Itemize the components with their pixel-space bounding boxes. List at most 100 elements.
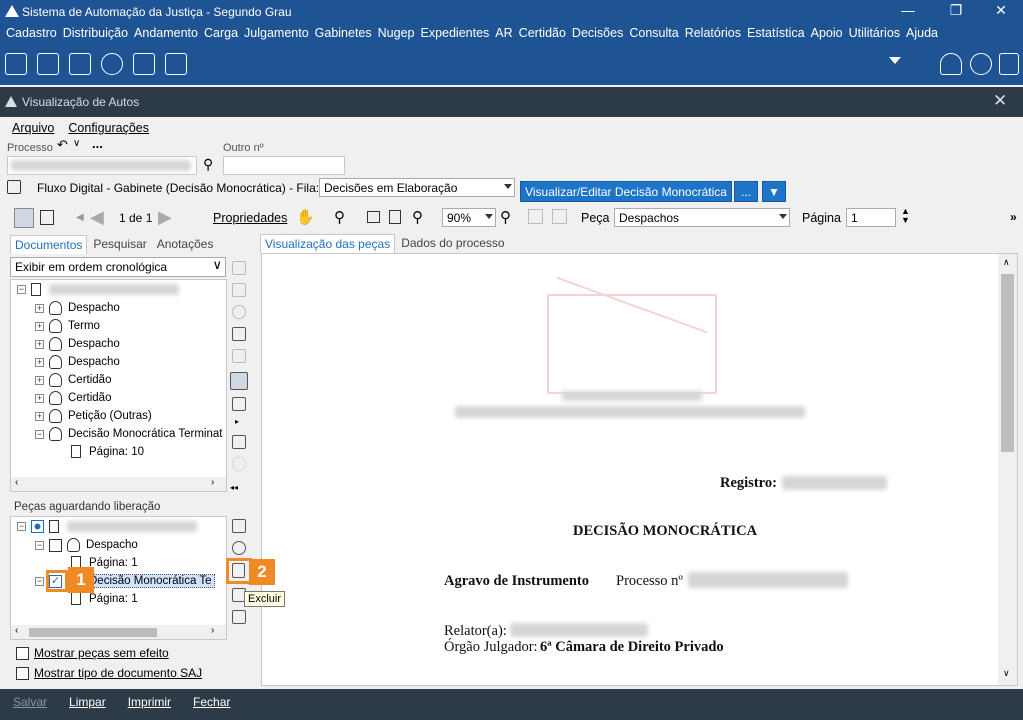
menu-utilitarios[interactable]: Utilitários [847, 23, 904, 45]
tree-item[interactable]: + Despacho [35, 301, 120, 315]
fit-page-icon[interactable] [389, 210, 401, 224]
collapse-icon[interactable]: ◂◂ [230, 483, 238, 492]
pending-item-page[interactable]: Página: 1 [71, 592, 138, 605]
tree-item[interactable]: − Decisão Monocrática Terminat [35, 427, 222, 441]
add-document-icon[interactable] [232, 435, 246, 449]
menu-cadastro[interactable]: Cadastro [4, 23, 61, 45]
clear-button[interactable]: Limpar [69, 695, 106, 720]
more-icon[interactable]: ... [92, 136, 103, 151]
scroll-up-icon[interactable]: ∧ [1003, 257, 1010, 268]
save-button[interactable]: Salvar [13, 695, 47, 720]
tree-item[interactable]: + Certidão [35, 373, 111, 387]
menu-decisoes[interactable]: Decisões [570, 23, 627, 45]
note-icon[interactable] [230, 372, 248, 390]
tree-expand-icon[interactable] [232, 261, 246, 275]
menu-ajuda[interactable]: Ajuda [904, 23, 942, 45]
menu-configuracoes[interactable]: Configurações [68, 121, 149, 135]
home-icon[interactable] [999, 53, 1019, 75]
copy-pieces-icon[interactable] [232, 610, 246, 624]
restore-icon[interactable]: ❐ [933, 0, 979, 23]
menu-carga[interactable]: Carga [202, 23, 242, 45]
tree-item[interactable]: + Petição (Outras) [35, 409, 152, 423]
menu-julgamento[interactable]: Julgamento [242, 23, 313, 45]
menu-nugep[interactable]: Nugep [376, 23, 419, 45]
zoom-in-icon[interactable]: ⚲ [500, 208, 511, 226]
prev-page-icon[interactable]: ◀ [90, 207, 104, 228]
show-doc-type-option[interactable]: Mostrar tipo de documento SAJ [16, 666, 202, 680]
menu-arquivo[interactable]: Arquivo [12, 121, 54, 135]
paste-icon[interactable] [552, 209, 567, 224]
first-page-icon[interactable]: ◀ [76, 212, 84, 223]
viewer-vertical-scrollbar[interactable]: ∧ ∨ [998, 254, 1017, 685]
certificate-icon[interactable] [232, 541, 246, 555]
tab-dados-processo[interactable]: Dados do processo [397, 234, 508, 253]
pending-horizontal-scrollbar[interactable]: ‹ › [11, 625, 226, 639]
tab-pesquisar[interactable]: Pesquisar [89, 235, 150, 254]
document-clock-icon[interactable] [133, 53, 155, 75]
cert-dim-icon[interactable] [232, 305, 246, 319]
scroll-thumb[interactable] [29, 628, 157, 637]
document-r-icon[interactable] [165, 53, 187, 75]
bell-icon[interactable] [940, 53, 962, 75]
filter-dropdown-button[interactable]: ▼ [762, 181, 786, 202]
tab-anotacoes[interactable]: Anotações [153, 235, 218, 254]
tab-visualizacao[interactable]: Visualização das peças [260, 234, 396, 253]
menu-ar[interactable]: AR [493, 23, 516, 45]
image-icon[interactable] [232, 349, 246, 363]
menu-expedientes[interactable]: Expedientes [418, 23, 493, 45]
fit-width-icon[interactable] [367, 211, 380, 223]
peca-select[interactable]: Despachos [614, 208, 790, 227]
menu-distribuicao[interactable]: Distribuição [61, 23, 132, 45]
pagina-input[interactable]: 1 [846, 208, 896, 227]
process-input[interactable] [7, 156, 197, 175]
scroll-left-icon[interactable]: ‹ [15, 625, 18, 636]
zoom-tool-icon[interactable]: ⚲ [334, 208, 345, 226]
more-button[interactable]: ... [734, 181, 758, 202]
toolbar-overflow-icon[interactable]: » [1010, 210, 1017, 224]
pending-root[interactable]: − [17, 520, 197, 533]
tree-item[interactable]: + Despacho [35, 337, 120, 351]
menu-apoio[interactable]: Apoio [809, 23, 847, 45]
document-icon[interactable] [69, 53, 91, 75]
menu-consulta[interactable]: Consulta [627, 23, 682, 45]
scroll-thumb[interactable] [1001, 274, 1014, 452]
minimize-icon[interactable]: — [885, 0, 931, 23]
dropdown-arrow-icon[interactable] [889, 57, 901, 64]
order-select[interactable]: Exibir em ordem cronológica ∨ [10, 257, 226, 277]
pending-item-despacho[interactable]: − Despacho [35, 538, 138, 552]
subwindow-close-icon[interactable]: ✕ [993, 91, 1007, 111]
menu-estatistica[interactable]: Estatística [745, 23, 809, 45]
hierarchy-icon[interactable] [37, 53, 59, 75]
pagina-stepper-icon[interactable]: ▲ ▼ [901, 207, 910, 225]
scroll-left-icon[interactable]: ‹ [15, 477, 18, 488]
queue-select[interactable]: Decisões em Elaboração [319, 178, 515, 197]
tree-horizontal-scrollbar[interactable]: ‹ › [11, 477, 226, 491]
close-button[interactable]: Fechar [193, 695, 230, 720]
properties-button[interactable]: Propriedades [213, 211, 287, 225]
user-settings-icon[interactable] [101, 53, 123, 75]
scroll-down-icon[interactable]: ∨ [1003, 668, 1010, 679]
tab-documentos[interactable]: Documentos [10, 235, 88, 254]
scroll-right-icon[interactable]: › [211, 625, 214, 636]
arrow-icon[interactable]: ▸ [235, 417, 239, 426]
view-pages-icon[interactable] [40, 210, 54, 225]
users-icon[interactable] [970, 53, 992, 75]
export-icon[interactable] [232, 519, 246, 533]
tree-page-item[interactable]: Página: 10 [71, 445, 144, 458]
zoom-out-icon[interactable]: ⚲ [412, 208, 423, 226]
list-icon[interactable] [232, 397, 246, 411]
other-number-input[interactable] [223, 156, 345, 175]
hand-tool-icon[interactable]: ✋ [296, 208, 315, 226]
menu-relatorios[interactable]: Relatórios [683, 23, 745, 45]
delete-document-icon[interactable] [232, 327, 246, 341]
scroll-right-icon[interactable]: › [211, 477, 214, 488]
copy-icon[interactable] [528, 209, 543, 224]
close-icon[interactable]: ✕ [978, 0, 1023, 23]
menu-certidao[interactable]: Certidão [517, 23, 570, 45]
print-button[interactable]: Imprimir [128, 695, 171, 720]
show-no-effect-option[interactable]: Mostrar peças sem efeito [16, 646, 169, 660]
undo-icon[interactable]: ↶ [57, 137, 68, 153]
tree-item[interactable]: + Certidão [35, 391, 111, 405]
view-edit-decision-button[interactable]: Visualizar/Editar Decisão Monocrática [520, 181, 732, 202]
menu-gabinetes[interactable]: Gabinetes [313, 23, 376, 45]
